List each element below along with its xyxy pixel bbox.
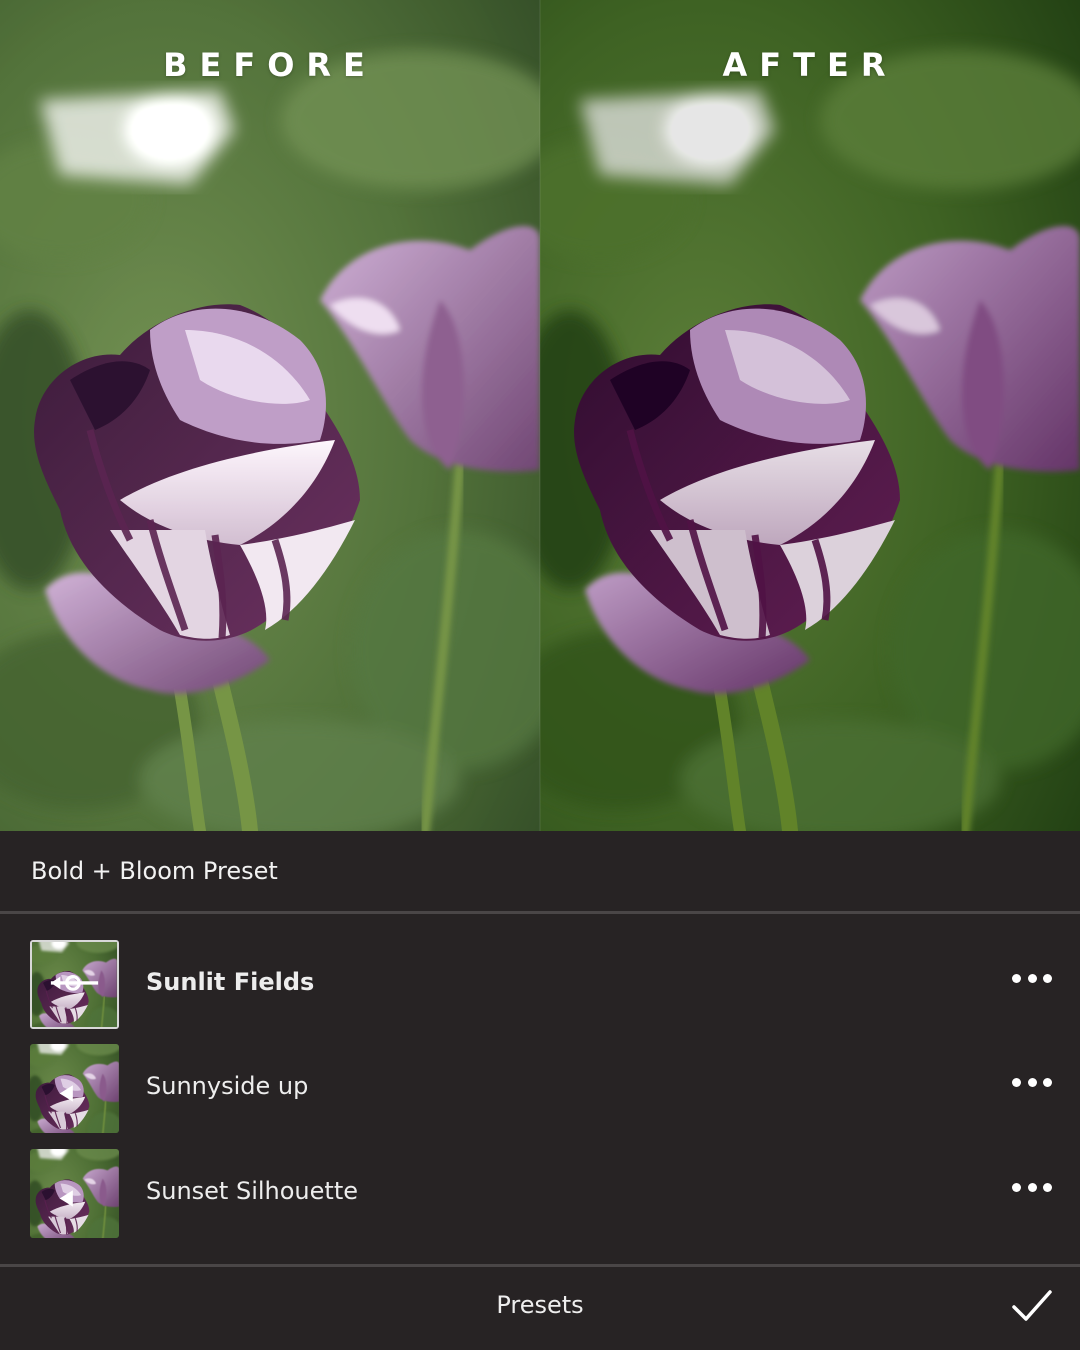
- sheet-header: Bold + Bloom Preset: [0, 831, 1080, 913]
- preset-name: Sunnyside up: [146, 1072, 309, 1100]
- more-horizontal-icon[interactable]: [1012, 1072, 1052, 1092]
- after-label: AFTER: [722, 46, 898, 84]
- preset-thumbnail[interactable]: [30, 1149, 119, 1238]
- after-photo: AFTER: [540, 0, 1080, 831]
- comparison-divider[interactable]: [539, 0, 541, 831]
- preset-pack-title: Bold + Bloom Preset: [31, 857, 278, 885]
- before-after-comparison: BEFORE AFTER: [0, 0, 1080, 831]
- preset-item-sunlit-fields[interactable]: Sunlit Fields: [0, 940, 1080, 1032]
- preset-thumbnail[interactable]: [30, 940, 119, 1029]
- preset-thumbnail[interactable]: [30, 1044, 119, 1133]
- more-horizontal-icon[interactable]: [1012, 1177, 1052, 1197]
- presets-tab-label[interactable]: Presets: [0, 1291, 1080, 1319]
- header-separator: [0, 911, 1080, 914]
- footer-separator: [0, 1264, 1080, 1267]
- before-tulip-image: [0, 0, 540, 831]
- before-label: BEFORE: [163, 46, 377, 84]
- after-tulip-image: [540, 0, 1080, 831]
- more-horizontal-icon[interactable]: [1012, 968, 1052, 988]
- preset-item-sunset-silhouette[interactable]: Sunset Silhouette: [0, 1149, 1080, 1241]
- before-photo: BEFORE: [0, 0, 540, 831]
- preset-sheet: Bold + Bloom Preset Sunlit Fields Sunnys…: [0, 831, 1080, 1350]
- preset-name: Sunset Silhouette: [146, 1177, 358, 1205]
- preset-name: Sunlit Fields: [146, 968, 315, 996]
- preset-item-sunnyside-up[interactable]: Sunnyside up: [0, 1044, 1080, 1136]
- checkmark-icon[interactable]: [1010, 1286, 1054, 1326]
